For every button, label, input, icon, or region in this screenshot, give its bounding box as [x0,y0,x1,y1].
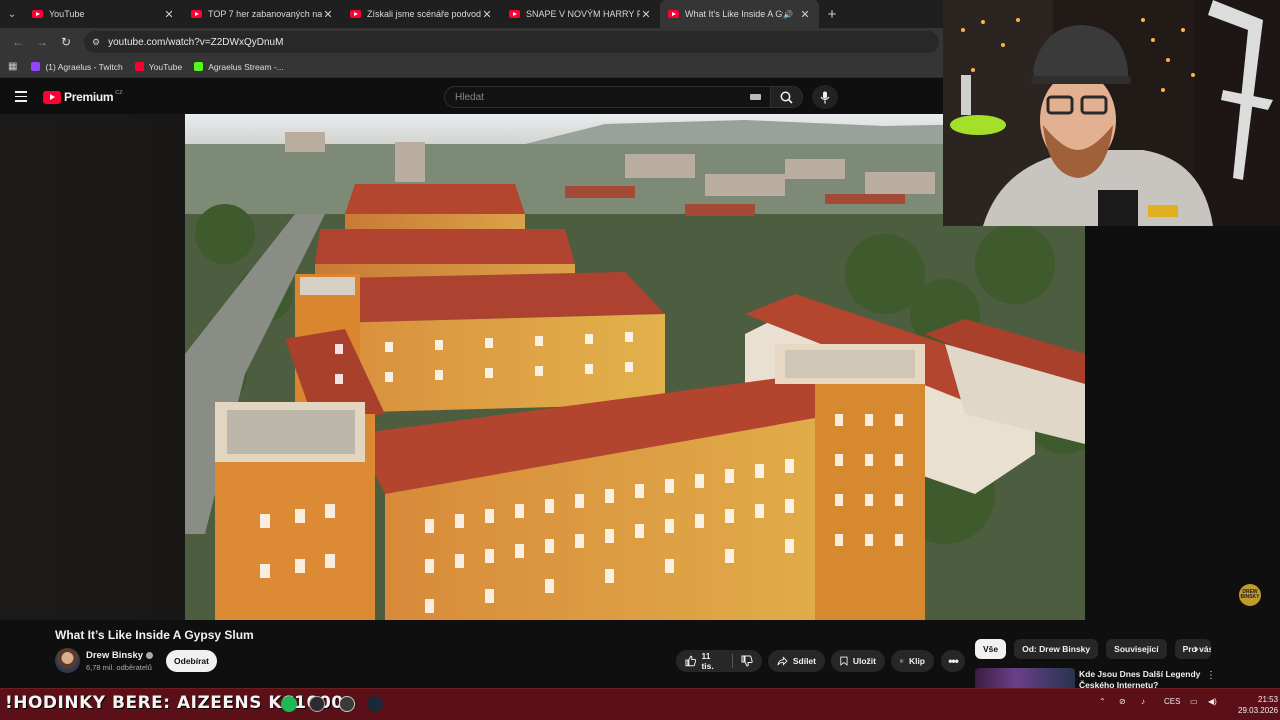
subscribe-button[interactable]: Odebírat [166,650,217,672]
divider [732,654,733,668]
close-tab-icon[interactable]: ✕ [481,8,493,21]
recommended-thumbnail[interactable] [975,668,1075,688]
chevron-right-icon[interactable]: › [1194,640,1199,656]
new-tab-button[interactable]: + [819,6,845,23]
channel-name[interactable]: Drew Binsky [86,650,154,661]
scissors-icon [900,659,904,663]
search-input[interactable]: Hledat [444,86,772,108]
video-title: What It’s Like Inside A Gypsy Slum [55,628,254,642]
like-button[interactable]: 11 tis. [685,651,724,671]
chip-related[interactable]: Související [1106,639,1167,659]
tab-active-video[interactable]: What It's Like Inside A Gyps 🔊 ✕ [660,0,819,28]
clip-button[interactable]: Klip [891,650,934,672]
close-tab-icon[interactable]: ✕ [322,8,334,21]
like-dislike-group: 11 tis. [676,650,762,672]
tab-scenare[interactable]: Získali jsme scénáře podvodník ✕ [342,0,501,28]
recommended-title[interactable]: Kde Jsou Dnes Další Legendy Českého Inte… [1079,669,1207,689]
bookmark-twitch[interactable]: (1) Agraelus - Twitch [31,62,123,72]
forward-icon[interactable]: → [30,35,54,49]
webcam-feed [943,0,1280,226]
save-button[interactable]: Uložit [831,650,885,672]
volume-icon[interactable]: ◀) [1208,697,1217,706]
address-bar: ← → ↻ ⚙ youtube.com/watch?v=Z2DWxQyDnuM [0,28,943,56]
youtube-favicon-icon [668,10,679,18]
network-icon[interactable]: ⊘ [1119,697,1126,706]
youtube-favicon-icon [191,10,202,18]
close-tab-icon[interactable]: ✕ [799,8,811,21]
thumbs-up-icon [685,655,697,667]
more-dots-icon: ••• [948,654,959,668]
chip-all[interactable]: Vše [975,639,1007,659]
menu-icon[interactable] [15,91,27,105]
tab-search-button[interactable]: ⌄ [0,0,24,28]
youtube-favicon-icon [32,10,43,18]
voice-search-button[interactable] [812,85,838,109]
microphone-tray-icon[interactable]: ♪ [1141,697,1145,706]
kebab-menu-icon[interactable]: ⋮ [1206,670,1216,681]
youtube-logo[interactable]: Premium CZ [43,90,123,104]
tab-top7[interactable]: TOP 7 her zabanovaných na Stea ✕ [183,0,342,28]
kick-icon [194,62,204,71]
chevron-up-icon[interactable]: ⌃ [1099,697,1106,706]
apps-grid-icon[interactable]: ▦ [8,61,17,72]
dislike-button[interactable] [741,655,753,667]
display-icon[interactable]: ▭ [1190,697,1198,706]
youtube-favicon-icon [509,10,520,18]
channel-avatar[interactable] [55,648,80,673]
secondary-column-backdrop [1085,226,1280,620]
bookmark-icon [840,656,848,666]
obs-icon[interactable] [339,696,355,712]
youtube-play-icon [43,90,61,104]
subscriber-count: 6,78 mil. odběratelů [86,663,152,672]
chip-for-you[interactable]: Pro vás [1174,639,1211,659]
thumbs-down-icon [741,655,753,667]
more-actions-button[interactable]: ••• [941,650,965,672]
bookmark-youtube[interactable]: YouTube [134,62,182,72]
share-icon [777,656,788,666]
search-icon [780,91,793,104]
close-tab-icon[interactable]: ✕ [163,8,175,21]
chip-from-channel[interactable]: Od: Drew Binsky [1014,639,1099,659]
tab-youtube[interactable]: YouTube ✕ [24,0,183,28]
share-button[interactable]: Sdílet [768,650,825,672]
filter-chips: Vše Od: Drew Binsky Související Pro vás [975,639,1219,659]
spotify-icon[interactable] [281,696,297,712]
reload-icon[interactable]: ↻ [54,35,78,49]
streamer-webcam [943,0,1280,226]
system-clock[interactable]: 21:53 29.03.2026 [1238,694,1278,716]
microphone-icon [820,91,830,103]
verified-icon [146,651,154,659]
keyboard-icon[interactable] [750,94,761,100]
channel-watermark[interactable]: DREW BINSKY [1239,584,1261,606]
youtube-favicon-icon [350,10,361,18]
browser-tab-bar: ⌄ YouTube ✕ TOP 7 her zabanovaných na St… [0,0,943,28]
back-icon[interactable]: ← [6,35,30,49]
tab-snape[interactable]: SNAPE V NOVÝM HARRY POTTE ✕ [501,0,660,28]
url-field[interactable]: ⚙ youtube.com/watch?v=Z2DWxQyDnuM [84,31,939,53]
download-icon[interactable] [309,696,325,712]
speaker-icon[interactable]: 🔊 [783,10,793,19]
screen: ⌄ YouTube ✕ TOP 7 her zabanovaných na St… [0,0,1280,720]
youtube-icon [134,62,144,71]
search-button[interactable] [770,86,803,108]
close-tab-icon[interactable]: ✕ [640,8,652,21]
language-indicator[interactable]: CES [1164,697,1180,706]
site-info-icon[interactable]: ⚙ [92,37,100,48]
bookmark-kick[interactable]: Agraelus Stream -... [194,62,284,72]
steam-icon[interactable] [367,696,383,712]
twitch-icon [31,62,41,71]
bookmarks-bar: ▦ (1) Agraelus - Twitch YouTube Agraelus… [0,56,943,78]
